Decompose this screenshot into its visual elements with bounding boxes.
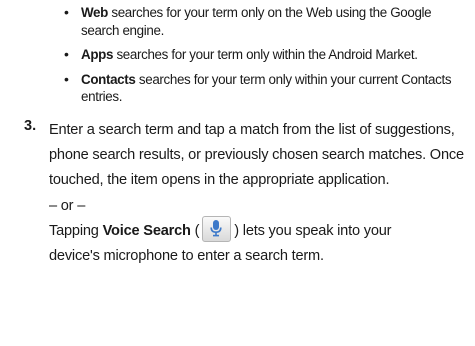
voice-close-text: ) lets you speak into your (234, 222, 392, 239)
voice-search-line: Tapping Voice Search ( ) lets you speak i… (49, 215, 469, 244)
bullet-icon: • (64, 70, 69, 87)
voice-search-suffix: device's microphone to enter a search te… (49, 248, 324, 265)
term-web: Web (81, 5, 108, 20)
voice-search-button[interactable] (202, 215, 232, 242)
term-apps: Apps (81, 47, 114, 62)
microphone-icon (210, 219, 222, 237)
term-contacts: Contacts (81, 71, 136, 87)
bullet-icon: • (64, 46, 69, 62)
manual-page: • Web searches for your term only on the… (0, 0, 475, 346)
or-separator: – or – (49, 197, 86, 214)
voice-open-paren: ( (190, 222, 200, 239)
bullet-contacts: • Contacts searches for your term only w… (64, 71, 464, 106)
bullet-apps: • Apps searches for your term only withi… (64, 46, 464, 64)
bullet-icon: • (64, 4, 69, 20)
bullet-web: • Web searches for your term only on the… (64, 4, 464, 39)
voice-search-term: Voice Search (102, 222, 191, 239)
step-number: 3. (24, 118, 37, 134)
voice-prefix: Tapping (49, 222, 103, 239)
bullet-contacts-text: searches for your term only within your … (81, 71, 452, 105)
step-body: Enter a search term and tap a match from… (49, 118, 469, 269)
search-scope-list: • Web searches for your term only on the… (64, 4, 464, 113)
bullet-apps-text: searches for your term only within the A… (113, 47, 418, 62)
step-instruction: Enter a search term and tap a match from… (49, 122, 464, 189)
bullet-web-text: searches for your term only on the Web u… (81, 5, 432, 38)
